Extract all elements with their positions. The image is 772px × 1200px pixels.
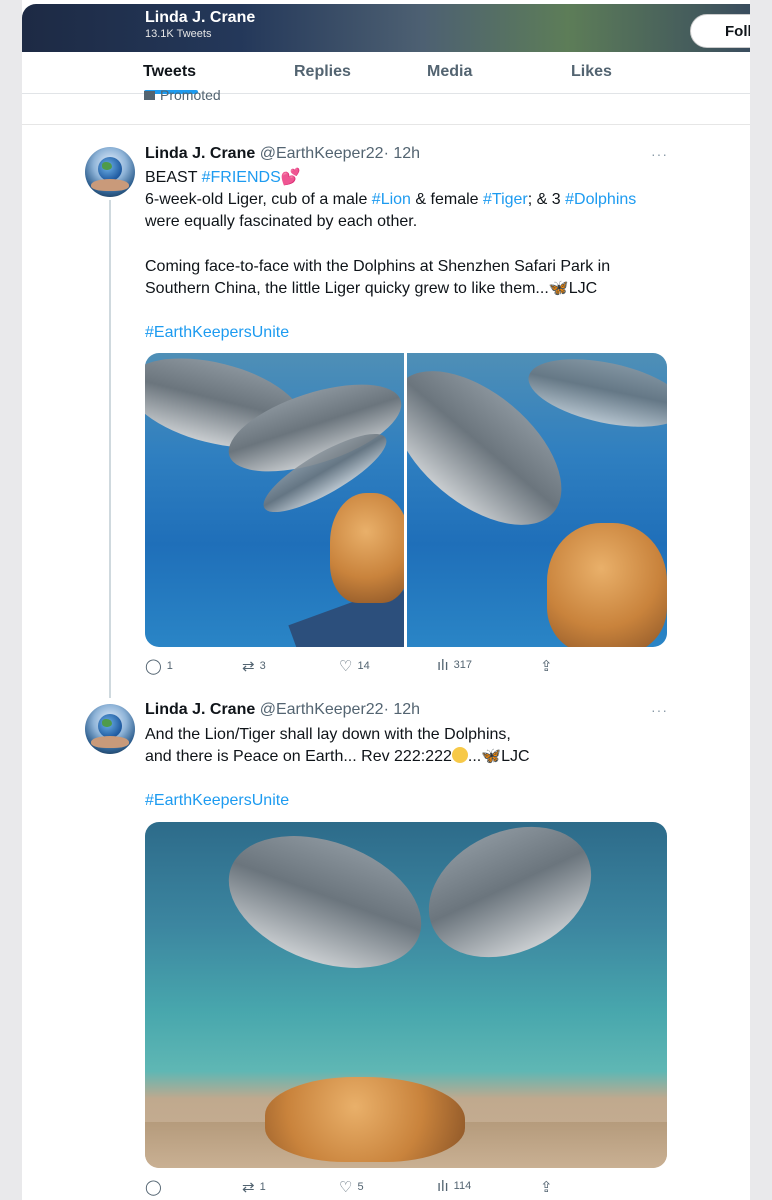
text-span: and there is Peace on Earth... Rev 222:2… bbox=[145, 748, 452, 765]
more-icon[interactable]: ··· bbox=[651, 146, 668, 162]
reply-icon: ◯ bbox=[145, 658, 162, 675]
hashtag-earthkeepersunite[interactable]: #EarthKeepersUnite bbox=[145, 324, 289, 341]
butterfly-emoji: 🦋 bbox=[548, 280, 569, 297]
views-count: 114 bbox=[453, 1180, 472, 1192]
reply-count: 1 bbox=[166, 660, 173, 672]
follow-button[interactable]: Foll bbox=[690, 14, 750, 48]
tweet-author-handle[interactable]: @EarthKeeper22 bbox=[260, 145, 384, 162]
like-count: 5 bbox=[357, 1181, 364, 1193]
avatar[interactable] bbox=[85, 147, 135, 197]
smiling-face-emoji bbox=[451, 747, 468, 763]
header-name: Linda J. Crane bbox=[145, 9, 256, 26]
thread-line bbox=[109, 200, 111, 698]
tweet-text-line: Coming face-to-face with the Dolphins at… bbox=[145, 258, 611, 275]
share-button[interactable]: ⇪ bbox=[540, 657, 558, 675]
tab-media[interactable]: Media bbox=[427, 63, 472, 81]
tab-likes[interactable]: Likes bbox=[571, 63, 612, 81]
promoted-label: Promoted bbox=[144, 87, 344, 101]
profile-timeline: Linda J. Crane 13.1K Tweets Foll Tweets … bbox=[22, 0, 750, 1200]
like-button[interactable]: ♡ 5 bbox=[339, 1178, 364, 1196]
text-span: Southern China, the little Liger quicky … bbox=[145, 280, 549, 297]
views-button[interactable]: ılı 114 bbox=[437, 1178, 471, 1195]
reply-button[interactable]: ◯ bbox=[145, 1178, 167, 1196]
tweet-author-name[interactable]: Linda J. Crane bbox=[145, 701, 255, 718]
reply-icon: ◯ bbox=[145, 1179, 162, 1196]
tweet-text-line: were equally fascinated by each other. bbox=[145, 213, 418, 230]
tweet-header: Linda J. Crane @EarthKeeper22· 12h bbox=[145, 145, 420, 163]
tab-replies[interactable]: Replies bbox=[294, 63, 351, 81]
retweet-icon: ⇄ bbox=[242, 658, 255, 675]
hands-shape bbox=[91, 736, 129, 748]
tweet-time[interactable]: · 12h bbox=[384, 701, 420, 718]
globe-land bbox=[102, 719, 112, 727]
hashtag-tiger[interactable]: #Tiger bbox=[483, 191, 528, 208]
tweet-text-line: #EarthKeepersUnite bbox=[145, 790, 685, 812]
hearts-emoji: 💕 bbox=[280, 169, 301, 186]
tweet-time[interactable]: · 12h bbox=[384, 145, 420, 162]
tweet-text-line: And the Lion/Tiger shall lay down with t… bbox=[145, 726, 511, 743]
avatar[interactable] bbox=[85, 704, 135, 754]
retweet-icon: ⇄ bbox=[242, 1179, 255, 1196]
share-icon: ⇪ bbox=[540, 658, 553, 675]
like-button[interactable]: ♡ 14 bbox=[339, 657, 370, 675]
retweet-count: 1 bbox=[259, 1181, 266, 1193]
divider bbox=[22, 124, 750, 125]
views-button[interactable]: ılı 317 bbox=[437, 657, 472, 674]
liger-cub bbox=[265, 1077, 465, 1162]
retweet-button[interactable]: ⇄ 1 bbox=[242, 1178, 266, 1196]
text-span: & female bbox=[410, 191, 483, 208]
text-span: LJC bbox=[501, 748, 530, 765]
views-count: 317 bbox=[453, 659, 473, 671]
retweet-button[interactable]: ⇄ 3 bbox=[242, 657, 266, 675]
tweet-text-line: BEAST #FRIENDS💕 bbox=[145, 167, 685, 189]
hashtag-earthkeepersunite[interactable]: #EarthKeepersUnite bbox=[145, 792, 289, 809]
hands-shape bbox=[91, 179, 129, 191]
like-count: 14 bbox=[357, 660, 370, 672]
globe-land bbox=[102, 162, 112, 170]
tweet-header: Linda J. Crane @EarthKeeper22· 12h bbox=[145, 701, 420, 719]
tweet-text-line: and there is Peace on Earth... Rev 222:2… bbox=[145, 746, 685, 768]
promoted-icon bbox=[144, 91, 155, 100]
text-span: 6-week-old Liger, cub of a male bbox=[145, 191, 372, 208]
tweet-text-line: 6-week-old Liger, cub of a male #Lion & … bbox=[145, 189, 685, 211]
tweet-media[interactable] bbox=[145, 822, 667, 1168]
hashtag-dolphins[interactable]: #Dolphins bbox=[565, 191, 636, 208]
reply-button[interactable]: ◯ 1 bbox=[145, 657, 173, 675]
heart-icon: ♡ bbox=[339, 1179, 353, 1196]
butterfly-emoji: 🦋 bbox=[481, 748, 502, 765]
tweet-actions: ◯ 1 ⇄ 3 ♡ 14 ılı 317 ⇪ bbox=[145, 657, 565, 677]
views-icon: ılı bbox=[437, 657, 449, 674]
profile-header: Linda J. Crane 13.1K Tweets Foll bbox=[22, 4, 750, 52]
share-icon: ⇪ bbox=[540, 1179, 553, 1196]
tweet-text-line: #EarthKeepersUnite bbox=[145, 322, 685, 344]
photo-dolphins-liger[interactable] bbox=[145, 353, 404, 647]
tweet-author-handle[interactable]: @EarthKeeper22 bbox=[260, 701, 384, 718]
text-span: BEAST bbox=[145, 169, 202, 186]
retweet-count: 3 bbox=[259, 660, 266, 672]
header-tweet-count: 13.1K Tweets bbox=[145, 28, 212, 40]
views-icon: ılı bbox=[437, 1178, 449, 1195]
heart-icon: ♡ bbox=[339, 658, 353, 675]
text-span: ; & 3 bbox=[527, 191, 566, 208]
photo-liger-resting[interactable] bbox=[145, 822, 667, 1168]
text-span: LJC bbox=[568, 280, 598, 297]
liger-cub bbox=[330, 493, 404, 603]
more-icon[interactable]: ··· bbox=[651, 702, 668, 718]
share-button[interactable]: ⇪ bbox=[540, 1178, 558, 1196]
tweet-author-name[interactable]: Linda J. Crane bbox=[145, 145, 255, 162]
tweet-text-line: Southern China, the little Liger quicky … bbox=[145, 278, 685, 300]
tweet-media[interactable] bbox=[145, 353, 667, 647]
liger-cub bbox=[547, 523, 667, 647]
promoted-text: Promoted bbox=[160, 87, 221, 101]
photo-dolphin-kiss[interactable] bbox=[407, 353, 667, 647]
profile-tabs: Tweets Replies Media Likes bbox=[22, 52, 750, 94]
tab-tweets[interactable]: Tweets bbox=[143, 63, 196, 81]
text-span: ... bbox=[467, 748, 482, 765]
hashtag-friends[interactable]: #FRIENDS bbox=[202, 169, 281, 186]
tweet-actions: ◯ ⇄ 1 ♡ 5 ılı 114 ⇪ bbox=[145, 1178, 565, 1198]
hashtag-lion[interactable]: #Lion bbox=[372, 191, 411, 208]
